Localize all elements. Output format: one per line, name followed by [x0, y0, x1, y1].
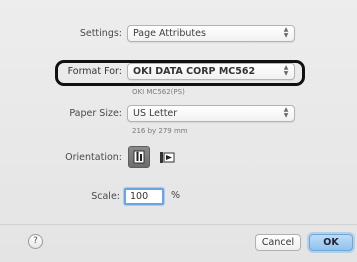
landscape-orientation-icon	[160, 152, 175, 163]
popup-arrows-icon: ▲ ▼	[283, 26, 289, 39]
paper-size-label: Paper Size:	[69, 108, 122, 119]
portrait-button[interactable]	[128, 146, 150, 168]
landscape-button[interactable]	[156, 146, 178, 168]
divider	[0, 224, 357, 225]
portrait-orientation-icon	[133, 150, 145, 164]
scale-input[interactable]: 100	[124, 188, 164, 205]
cancel-button[interactable]: Cancel	[255, 234, 301, 251]
paper-size-value: US Letter	[133, 108, 178, 119]
settings-popup[interactable]: Page Attributes ▲ ▼	[127, 25, 295, 42]
settings-label: Settings:	[79, 28, 122, 39]
scale-unit: %	[171, 190, 181, 201]
help-button[interactable]: ?	[28, 234, 43, 249]
popup-arrows-icon: ▲ ▼	[283, 106, 289, 119]
paper-size-note: 216 by 279 mm	[132, 127, 188, 135]
scale-label: Scale:	[91, 191, 120, 202]
settings-value: Page Attributes	[133, 28, 206, 39]
page-setup-dialog: Settings: Page Attributes ▲ ▼ Format For:…	[0, 0, 357, 262]
orientation-label: Orientation:	[65, 152, 122, 163]
highlight-ring	[55, 60, 305, 86]
paper-size-popup[interactable]: US Letter ▲ ▼	[127, 105, 295, 122]
format-for-note: OKI MC562(PS)	[132, 88, 185, 96]
ok-button[interactable]: OK	[309, 234, 353, 251]
